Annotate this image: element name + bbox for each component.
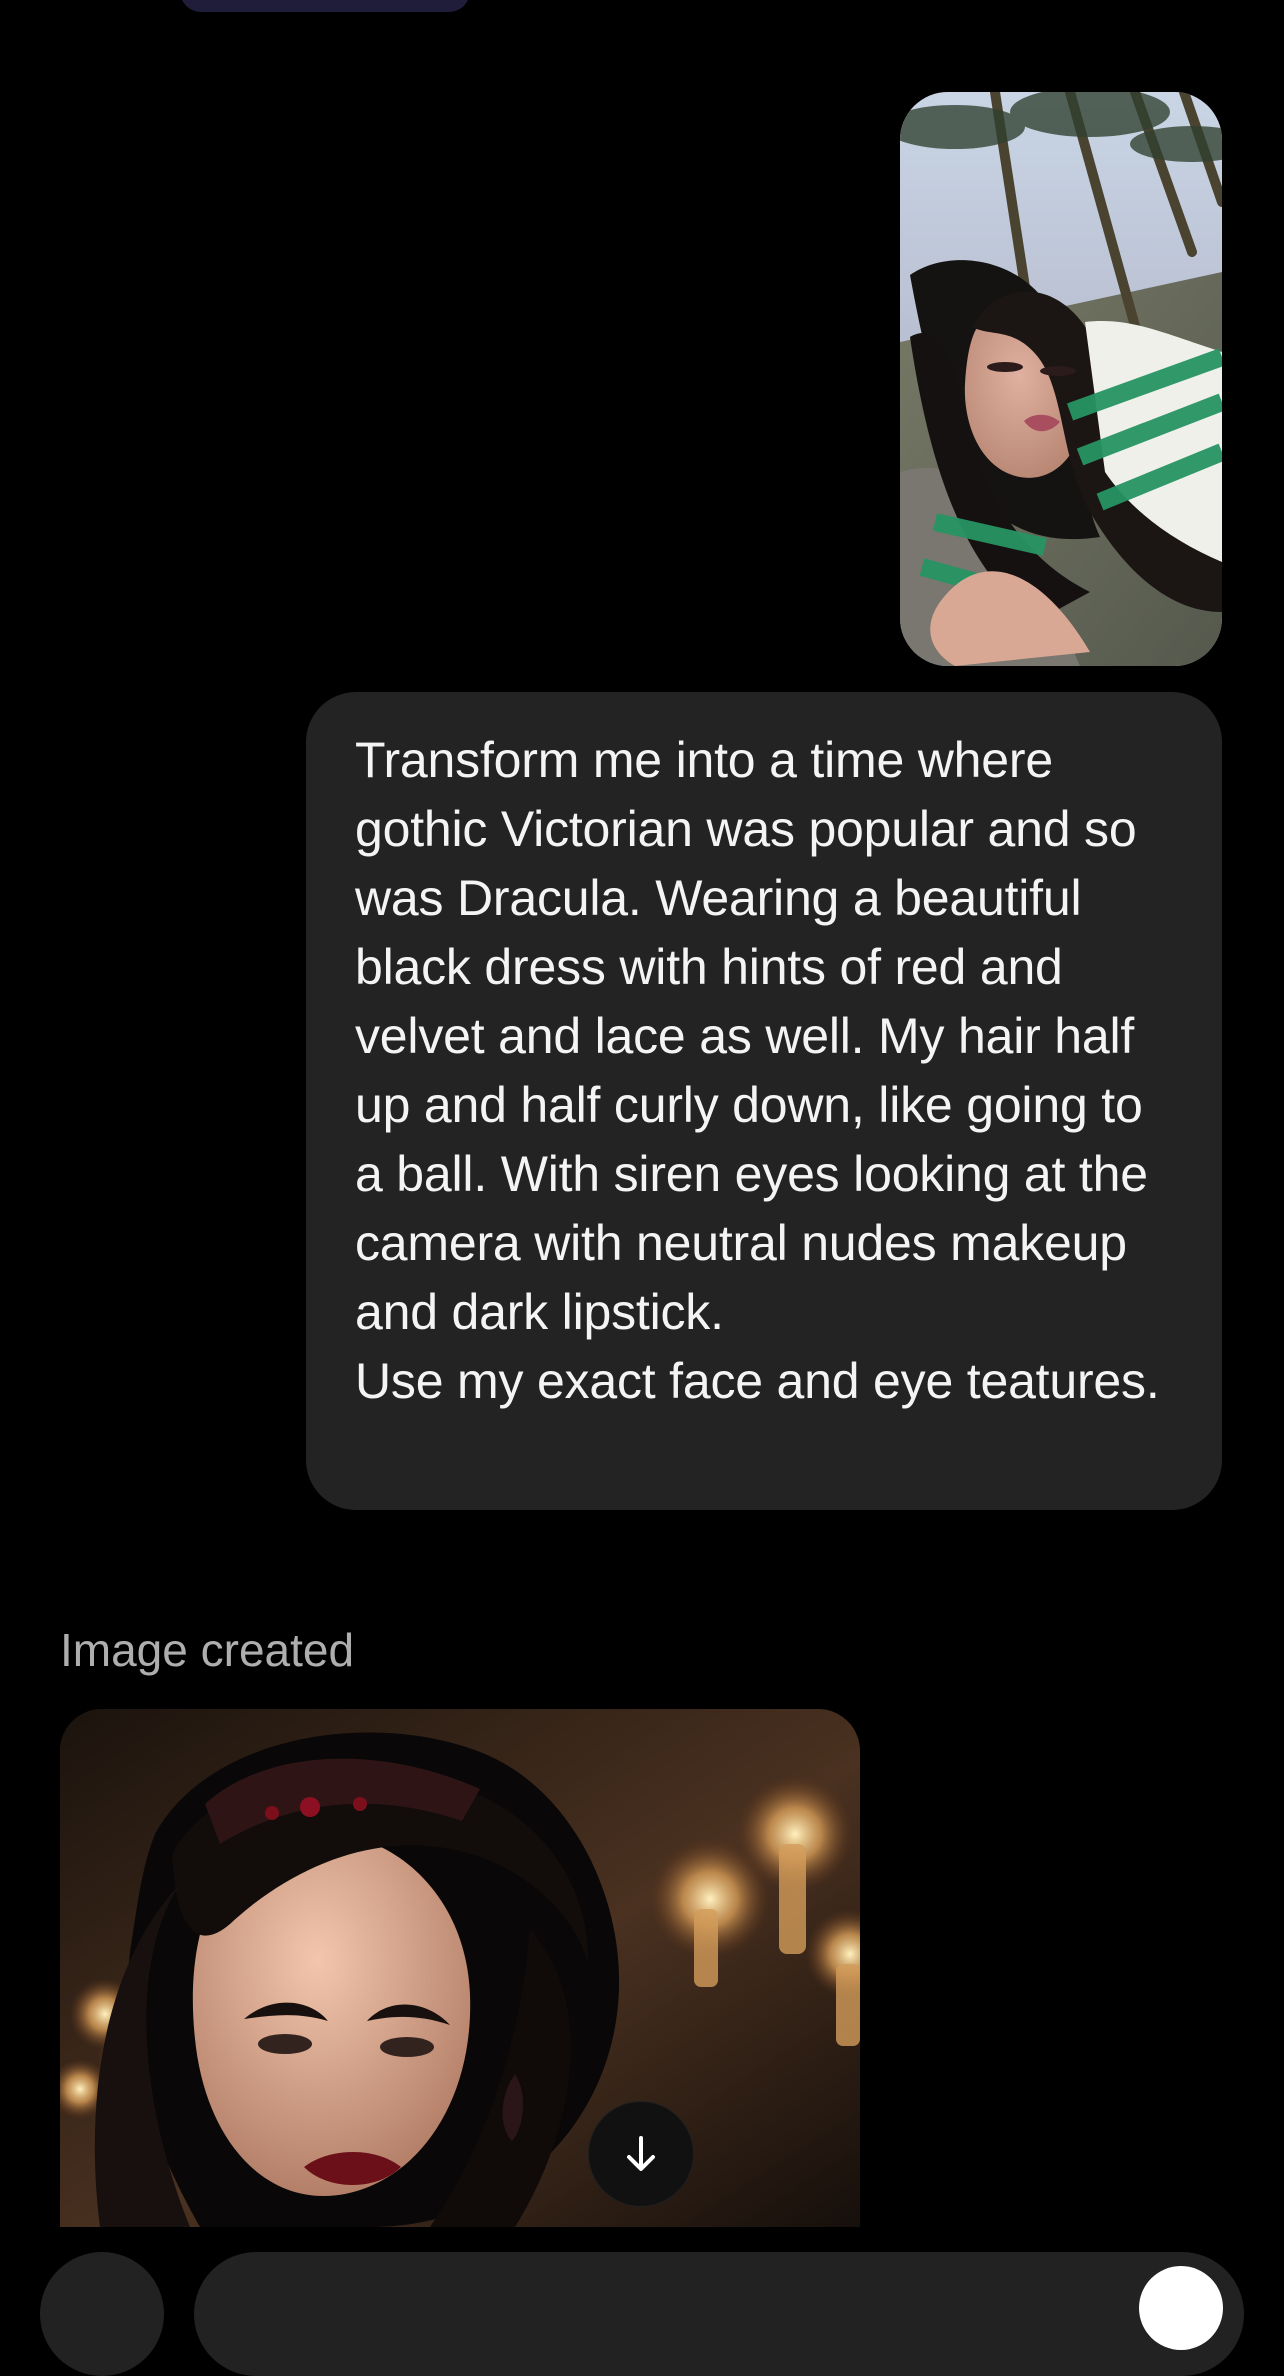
message-composer-area: [0, 2245, 1284, 2376]
user-message-text: Transform me into a time where gothic Vi…: [355, 732, 1160, 1409]
generated-image[interactable]: [60, 1709, 860, 2227]
user-message-bubble: Transform me into a time where gothic Vi…: [306, 692, 1222, 1510]
composer-left-button[interactable]: [40, 2252, 164, 2376]
scroll-to-bottom-button[interactable]: [588, 2101, 694, 2207]
user-uploaded-photo[interactable]: [900, 92, 1222, 666]
message-input[interactable]: [194, 2252, 1244, 2376]
previous-message-pill: [180, 0, 470, 12]
image-created-label: Image created: [60, 1624, 355, 1676]
generated-gothic-portrait: [60, 1709, 860, 2227]
arrow-down-icon: [627, 2136, 655, 2171]
user-photo-image: [900, 92, 1222, 666]
voice-or-send-button[interactable]: [1139, 2266, 1223, 2350]
